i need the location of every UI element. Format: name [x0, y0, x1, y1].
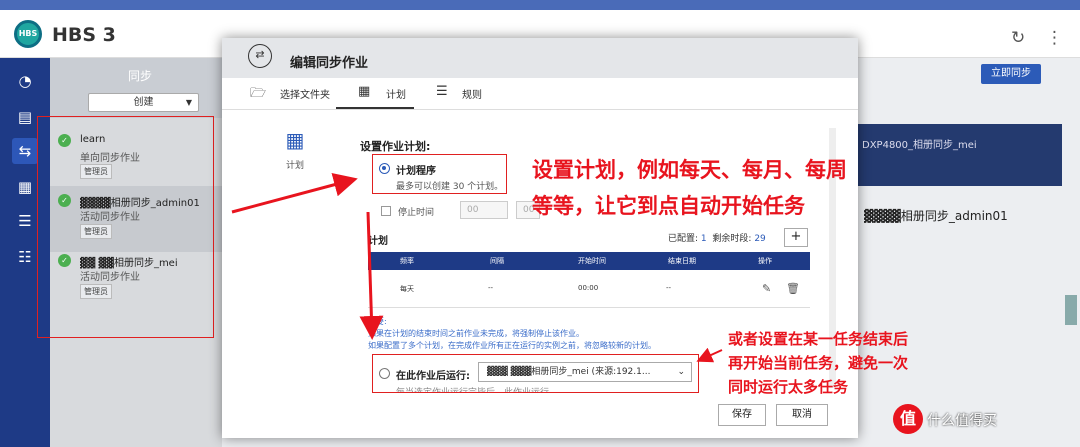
col-interval: 间隔	[490, 257, 504, 265]
stop-time-checkbox[interactable]	[381, 206, 391, 216]
save-button[interactable]: 保存	[718, 404, 766, 426]
row-divider	[368, 307, 810, 308]
backup-icon[interactable]: ▤	[12, 104, 38, 130]
dashboard-icon[interactable]: ◔	[12, 68, 38, 94]
folder-icon: 🗁	[250, 86, 267, 101]
cell-frequency: 每天	[400, 285, 414, 293]
add-schedule-button[interactable]: +	[784, 228, 808, 247]
watermark-logo: 值	[893, 404, 923, 434]
annotation-note-3: 同时运行太多任务	[728, 378, 849, 396]
annotation-box-scheduler	[372, 154, 507, 194]
refresh-icon[interactable]: ↻	[1011, 28, 1025, 48]
sync-now-button[interactable]: 立即同步	[981, 64, 1041, 84]
create-button[interactable]: 创建 ▼	[88, 93, 199, 112]
note-1: 如果在计划的结束时间之前作业未完成，将强制停止该作业。	[368, 329, 584, 338]
important-label: 重要:	[368, 317, 387, 326]
cell-interval: --	[488, 284, 494, 292]
note-2: 如果配置了多个计划，在完成作业所有正在运行的实例之前，将忽略较新的计划。	[368, 341, 656, 350]
logs-icon[interactable]: ☷	[12, 244, 38, 270]
remaining-label: 剩余时段:	[712, 234, 752, 244]
configured-count: 已配置: 1 剩余时段: 29	[668, 231, 766, 244]
tab-rules[interactable]: 规则	[462, 86, 482, 101]
annotation-line-1: 设置计划，例如每天、每月、每周	[532, 158, 847, 182]
section-title: 设置作业计划:	[360, 140, 431, 153]
device-label: DXP4800_相册同步_mei	[862, 140, 977, 151]
configured-label: 已配置:	[668, 234, 699, 244]
annotation-line-2: 等等，让它到点自动开始任务	[532, 194, 805, 218]
cell-end-date: --	[666, 284, 672, 292]
create-label: 创建	[133, 97, 154, 108]
caret-down-icon: ▼	[185, 98, 192, 107]
cell-start-time: 00:00	[578, 284, 599, 292]
col-frequency: 频率	[400, 257, 414, 265]
sidebar-title: 同步	[128, 69, 153, 83]
stop-hour-select[interactable]: 00	[460, 201, 508, 219]
edit-icon[interactable]: ✎	[762, 282, 771, 295]
restore-icon[interactable]: ▦	[12, 174, 38, 200]
annotation-box-run-after	[372, 354, 699, 393]
app-title: HBS 3	[52, 24, 116, 46]
watermark-text: 什么值得买	[927, 413, 997, 429]
schedule-list-label: 计划	[368, 236, 388, 247]
annotation-box-jobs	[37, 116, 214, 338]
tab-schedule[interactable]: 计划	[386, 86, 406, 101]
sync-icon[interactable]: ⇆	[12, 138, 38, 164]
delete-icon[interactable]: 🗑	[786, 282, 800, 295]
calendar-icon: ▦	[358, 84, 371, 99]
storage-icon[interactable]: ☰	[12, 208, 38, 234]
annotation-note-2: 再开始当前任务，避免一次	[728, 354, 909, 372]
more-menu-icon[interactable]: ⋮	[1046, 28, 1063, 48]
configured-value: 1	[700, 234, 707, 244]
stop-time-label: 停止时间	[398, 208, 435, 218]
remaining-value: 29	[754, 234, 766, 244]
col-start-time: 开始时间	[578, 257, 606, 265]
hbs-logo: HBS	[14, 20, 42, 48]
active-tab-indicator	[336, 107, 414, 109]
top-strip	[0, 0, 1080, 10]
dialog-title: 编辑同步作业	[290, 56, 369, 71]
col-end-date: 结束日期	[668, 257, 696, 265]
scrollbar[interactable]	[1065, 295, 1077, 325]
annotation-note-1: 或者设置在某一任务结束后	[728, 330, 909, 348]
device-banner	[858, 124, 1062, 186]
sync-job-icon: ⇄	[248, 44, 272, 68]
left-schedule-label: 计划	[285, 161, 304, 171]
schedule-calendar-icon: ▦	[285, 128, 305, 152]
job-title: ▓▓▓▓相册同步_admin01	[864, 209, 1008, 223]
tab-select-folder[interactable]: 选择文件夹	[280, 86, 330, 101]
col-actions: 操作	[758, 257, 772, 265]
cancel-button[interactable]: 取消	[776, 404, 828, 426]
rules-sliders-icon: ☰	[436, 84, 448, 99]
